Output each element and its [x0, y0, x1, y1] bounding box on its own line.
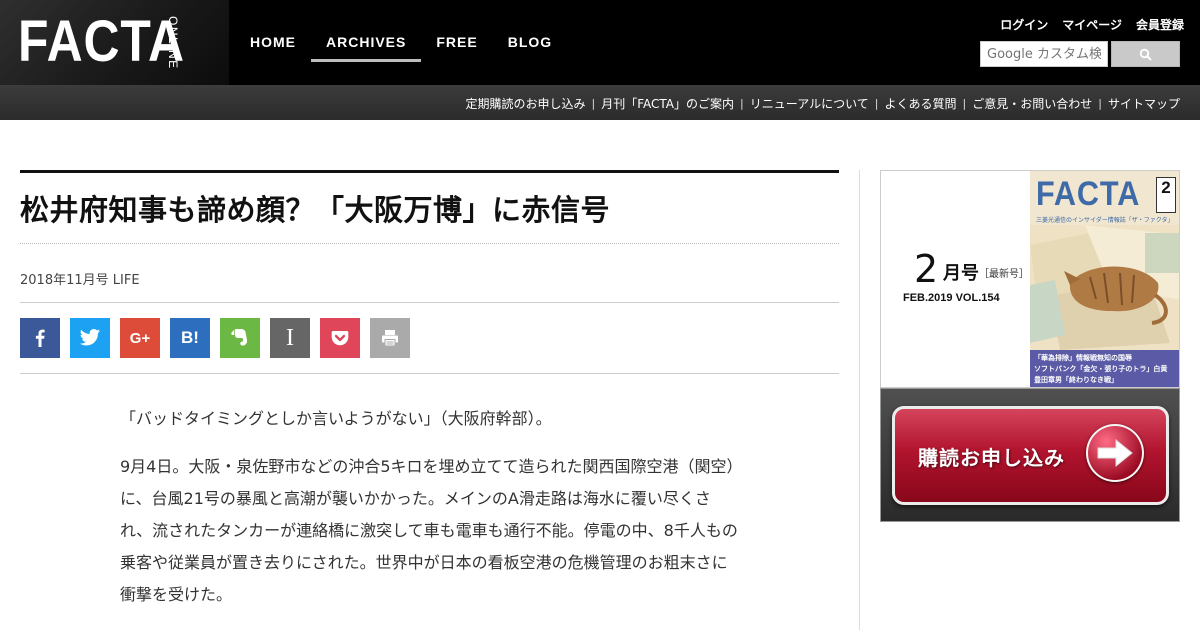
- hatena-share-button[interactable]: B!: [170, 318, 210, 358]
- nav-free[interactable]: FREE: [421, 24, 492, 62]
- twitter-share-button[interactable]: [70, 318, 110, 358]
- subnav-separator: |: [740, 97, 744, 110]
- sub-nav: 定期購読のお申し込み | 月刊「FACTA」のご案内 | リニューアルについて …: [466, 95, 1181, 112]
- main-nav: HOME ARCHIVES FREE BLOG: [235, 24, 567, 62]
- cover-headline: 豊田章男「終わりなき戦」: [1034, 376, 1118, 384]
- column-divider: [859, 170, 860, 630]
- divider: [20, 373, 839, 374]
- nav-blog[interactable]: BLOG: [493, 24, 567, 62]
- hatena-bookmark-icon: B!: [181, 328, 199, 347]
- subnav-faq[interactable]: よくある質問: [885, 95, 957, 112]
- subscribe-banner[interactable]: 購読お申し込み: [880, 388, 1180, 522]
- cover-headline: 「華為排除」情報戦無知の国辱: [1034, 354, 1132, 362]
- mypage-link[interactable]: マイページ: [1062, 16, 1122, 33]
- sub-nav-bar: 定期購読のお申し込み | 月刊「FACTA」のご案内 | リニューアルについて …: [0, 85, 1200, 120]
- user-links: ログイン マイページ 会員登録: [1000, 16, 1184, 33]
- pocket-share-button[interactable]: [320, 318, 360, 358]
- article-paragraph: 「バッドタイミングとしか言いようがない」（大阪府幹部）。: [120, 409, 552, 428]
- article-paragraph: 9月4日。大阪・泉佐野市などの沖合5キロを埋め立てて造られた関西国際空港（関空）…: [120, 457, 738, 604]
- site-logo-sub: ONLINE: [166, 16, 180, 70]
- issue-month-unit: 月号: [943, 263, 979, 284]
- nav-archives[interactable]: ARCHIVES: [311, 24, 422, 62]
- evernote-share-button[interactable]: [220, 318, 260, 358]
- instapaper-share-button[interactable]: I: [270, 318, 310, 358]
- cover-headlines: 「華為排除」情報戦無知の国辱 ソフトバンク「金欠・張り子のトラ」白黄 豊田章男「…: [1030, 350, 1179, 387]
- subnav-separator: |: [1098, 97, 1102, 110]
- search-button[interactable]: [1111, 41, 1180, 67]
- subnav-renewal[interactable]: リニューアルについて: [750, 95, 869, 112]
- google-plus-icon: G+: [129, 329, 151, 347]
- issue-month-number: 2: [914, 247, 939, 291]
- subnav-about[interactable]: 月刊「FACTA」のご案内: [601, 95, 734, 112]
- top-header: FACTA ONLINE HOME ARCHIVES FREE BLOG ログイ…: [0, 0, 1200, 85]
- search-form: [980, 41, 1180, 67]
- article-header: 松井府知事も諦め顔？「大阪万博」に赤信号 2018年11月号 LIFE G+ B…: [20, 170, 839, 374]
- cover-issue-badge: 2: [1156, 177, 1176, 213]
- subscribe-button[interactable]: 購読お申し込み: [892, 406, 1169, 505]
- subnav-subscription[interactable]: 定期購読のお申し込み: [466, 95, 586, 112]
- search-input[interactable]: [980, 41, 1108, 67]
- facebook-icon: [35, 329, 45, 347]
- site-logo: FACTA: [18, 9, 185, 74]
- pocket-icon: [331, 331, 349, 346]
- cover-illustration: [1030, 225, 1179, 350]
- search-icon: [1139, 48, 1152, 61]
- article-body: 「バッドタイミングとしか言いようがない」（大阪府幹部）。 9月4日。大阪・泉佐野…: [120, 403, 740, 627]
- subnav-separator: |: [591, 97, 596, 110]
- nav-home[interactable]: HOME: [235, 24, 311, 62]
- twitter-icon: [79, 329, 101, 346]
- latest-issue-box[interactable]: 2 月号 ［最新号］ FEB.2019 VOL.154 FACTA 2 三菱光通…: [880, 170, 1180, 388]
- print-icon: [382, 330, 398, 347]
- article-title: 松井府知事も諦め顔？「大阪万博」に赤信号: [20, 193, 611, 227]
- google-plus-share-button[interactable]: G+: [120, 318, 160, 358]
- register-link[interactable]: 会員登録: [1136, 16, 1184, 33]
- print-button[interactable]: [370, 318, 410, 358]
- facebook-share-button[interactable]: [20, 318, 60, 358]
- arrow-right-icon: [1086, 424, 1144, 482]
- evernote-icon: [231, 329, 248, 346]
- issue-volume: FEB.2019 VOL.154: [903, 292, 1000, 304]
- subnav-contact[interactable]: ご意見・お問い合わせ: [972, 95, 1092, 112]
- subnav-separator: |: [874, 97, 879, 110]
- latest-issue-label: ［最新号］: [979, 269, 1029, 280]
- subscribe-label: 購読お申し込み: [918, 446, 1065, 470]
- logo-link[interactable]: FACTA ONLINE: [0, 0, 229, 85]
- subnav-separator: |: [962, 97, 967, 110]
- cover-tagline: 三菱光通信のインサイダー情報誌「ザ・ファクタ」: [1036, 217, 1174, 224]
- subnav-sitemap[interactable]: サイトマップ: [1108, 95, 1180, 112]
- cover-headline: ソフトバンク「金欠・張り子のトラ」白黄: [1034, 365, 1168, 373]
- magazine-cover[interactable]: FACTA 2 三菱光通信のインサイダー情報誌「ザ・ファクタ」 「華為排除」情報…: [1030, 171, 1179, 387]
- share-buttons: G+ B! I: [20, 303, 839, 373]
- instapaper-icon: I: [286, 324, 294, 351]
- login-link[interactable]: ログイン: [1000, 16, 1048, 33]
- article-meta: 2018年11月号 LIFE: [20, 273, 140, 288]
- cover-logo: FACTA: [1036, 175, 1141, 213]
